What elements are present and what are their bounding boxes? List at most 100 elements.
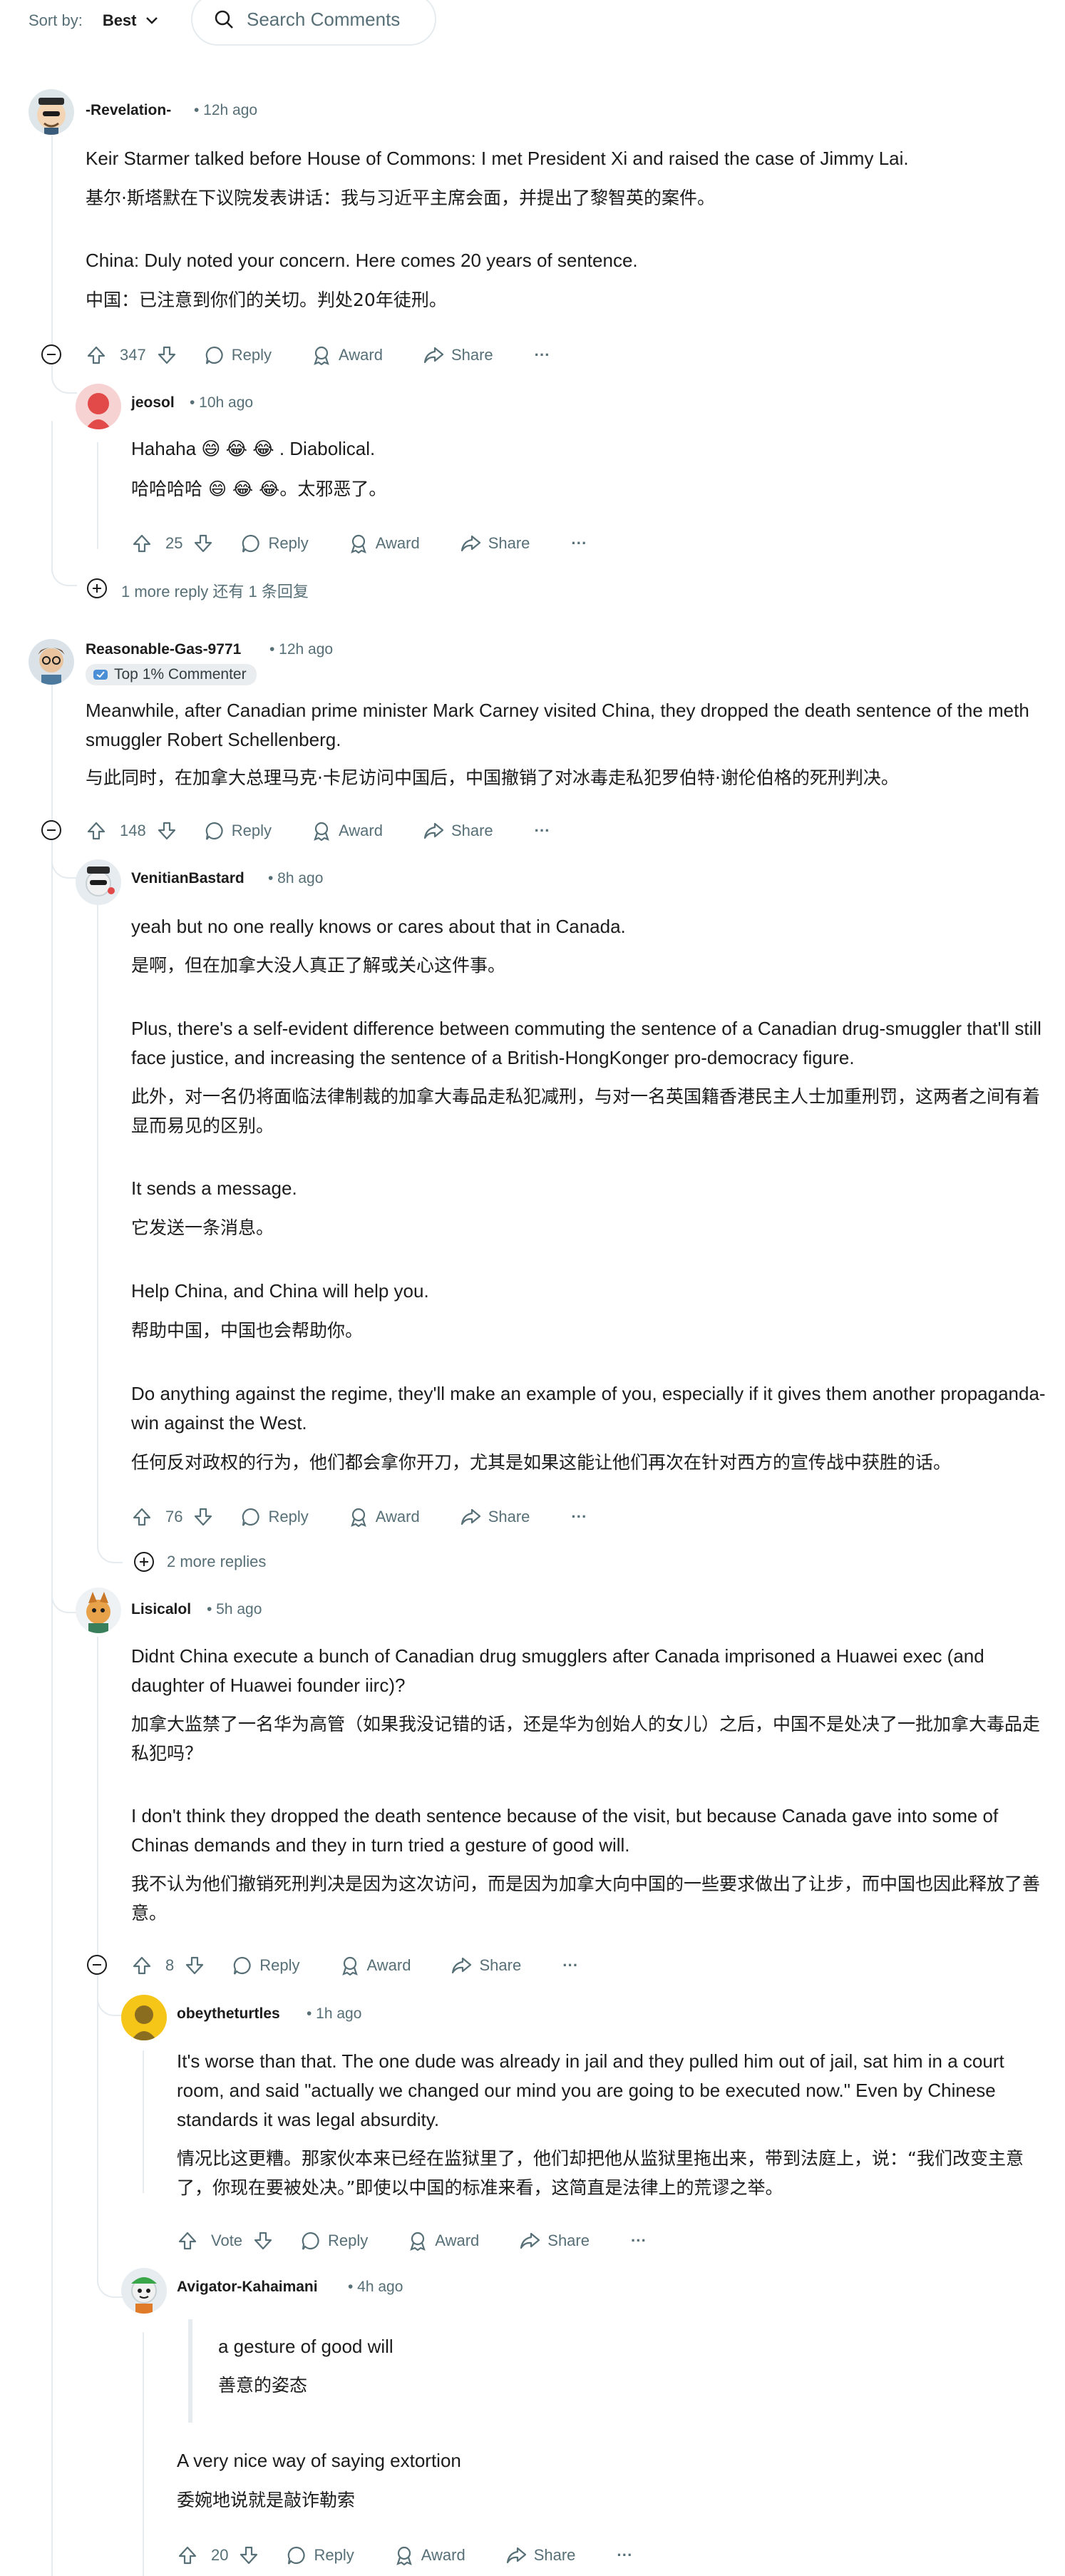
thread-connector <box>51 1540 77 1613</box>
downvote-button[interactable] <box>192 533 214 554</box>
award-button[interactable]: Award <box>340 1956 411 1976</box>
comment-actions: 20 Reply Award Share ··· <box>177 2540 632 2571</box>
award-button[interactable]: Award <box>312 821 383 841</box>
share-label: Share <box>488 534 530 552</box>
upvote-button[interactable] <box>86 344 107 366</box>
comment-author[interactable]: Lisicalol <box>131 1601 191 1618</box>
award-button[interactable]: Award <box>408 2231 479 2251</box>
share-button[interactable]: Share <box>423 345 493 365</box>
thread-line <box>143 2332 144 2576</box>
more-options-button[interactable]: ··· <box>535 822 550 840</box>
thread-line <box>97 899 98 1540</box>
upvote-button[interactable] <box>86 820 107 842</box>
more-options-button[interactable]: ··· <box>535 346 550 364</box>
more-replies-link[interactable]: 1 more reply 还有 1 条回复 <box>121 579 309 602</box>
upvote-button[interactable] <box>131 533 153 554</box>
share-label: Share <box>488 1508 530 1525</box>
more-options-button[interactable]: ··· <box>571 1508 587 1526</box>
badge-label: Top 1% Commenter <box>114 666 247 683</box>
downvote-button[interactable] <box>156 344 178 366</box>
avatar[interactable] <box>121 1995 167 2040</box>
reply-button[interactable]: Reply <box>232 1956 300 1976</box>
reply-button[interactable]: Reply <box>287 2545 354 2565</box>
quote-block <box>188 2319 192 2423</box>
vote-count: Vote <box>211 2232 243 2249</box>
thread-connector <box>51 335 77 394</box>
upvote-button[interactable] <box>177 2230 198 2252</box>
comment-text: 此外，对一名仍将面临法律制裁的加拿大毒品走私犯减刑，与对一名英国籍香港民主人士加… <box>131 1086 1041 1136</box>
reply-icon <box>242 1508 260 1526</box>
comment-text: Didnt China execute a bunch of Canadian … <box>131 1645 984 1696</box>
avatar[interactable] <box>76 859 121 905</box>
more-options-button[interactable]: ··· <box>571 534 587 553</box>
upvote-button[interactable] <box>131 1955 153 1976</box>
expand-replies-button[interactable] <box>134 1552 154 1572</box>
comment-author[interactable]: VenitianBastard <box>131 870 245 887</box>
award-button[interactable]: Award <box>394 2545 465 2565</box>
downvote-icon <box>158 822 175 840</box>
comment-text: Keir Starmer talked before House of Comm… <box>86 148 909 169</box>
more-replies-link[interactable]: 2 more replies <box>167 1553 266 1571</box>
comment-author[interactable]: Avigator-Kahaimani <box>177 2279 318 2296</box>
comment-text: 哈哈哈哈 😄 😂 😂。太邪恶了。 <box>131 479 387 499</box>
downvote-button[interactable] <box>184 1955 205 1976</box>
vote-count: 76 <box>165 1508 183 1525</box>
share-button[interactable]: Share <box>460 1507 530 1527</box>
reply-button[interactable]: Reply <box>205 345 272 365</box>
share-button[interactable]: Share <box>460 533 530 553</box>
comment-actions: 25 Reply Award Share ··· <box>131 528 587 559</box>
expand-replies-button[interactable] <box>87 578 107 598</box>
vote-count: 347 <box>120 346 146 364</box>
avatar[interactable] <box>76 1588 121 1633</box>
comment-text: 基尔·斯塔默在下议院发表讲话：我与习近平主席会面，并提出了黎智英的案件。 <box>86 188 715 208</box>
downvote-button[interactable] <box>238 2545 259 2566</box>
vote-count: 25 <box>165 534 183 552</box>
upvote-button[interactable] <box>177 2545 198 2566</box>
more-options-button[interactable]: ··· <box>617 2546 632 2565</box>
avatar[interactable] <box>29 639 74 685</box>
collapse-thread-button[interactable] <box>41 344 61 364</box>
comment-author[interactable]: jeosol <box>131 394 175 412</box>
comment-text: 我不认为他们撤销死刑判决是因为这次访问，而是因为加拿大向中国的一些要求做出了让步… <box>131 1874 1041 1923</box>
award-button[interactable]: Award <box>349 533 420 553</box>
vote-count: 8 <box>165 1956 175 1974</box>
share-button[interactable]: Share <box>519 2231 590 2251</box>
reply-label: Reply <box>231 346 272 364</box>
comment-actions: 76 Reply Award Share ··· <box>131 1501 587 1533</box>
search-comments-input[interactable]: Search Comments <box>191 0 436 46</box>
sort-dropdown[interactable]: Best <box>103 11 158 30</box>
share-button[interactable]: Share <box>451 1956 521 1976</box>
share-button[interactable]: Share <box>423 821 493 841</box>
avatar[interactable] <box>29 89 74 135</box>
comment-author[interactable]: -Revelation- <box>86 102 171 119</box>
comment-text: yeah but no one really knows or cares ab… <box>131 916 626 937</box>
collapse-thread-button[interactable] <box>87 1955 107 1975</box>
comment-text: It's worse than that. The one dude was a… <box>177 2050 1004 2130</box>
award-button[interactable]: Award <box>349 1507 420 1527</box>
reply-button[interactable]: Reply <box>301 2231 368 2251</box>
quote-text: 善意的姿态 <box>218 2375 308 2396</box>
commenter-badge-icon <box>93 670 108 680</box>
award-button[interactable]: Award <box>312 345 383 365</box>
award-label: Award <box>366 1956 411 1974</box>
collapse-thread-button[interactable] <box>41 820 61 840</box>
share-button[interactable]: Share <box>505 2545 575 2565</box>
avatar[interactable] <box>121 2268 167 2314</box>
more-options-button[interactable]: ··· <box>631 2232 647 2250</box>
upvote-button[interactable] <box>131 1506 153 1528</box>
avatar[interactable] <box>76 384 121 429</box>
comment-author[interactable]: Reasonable-Gas-9771 <box>86 641 241 658</box>
reply-button[interactable]: Reply <box>205 821 272 841</box>
comment-text: Plus, there's a self-evident difference … <box>131 1018 1041 1068</box>
downvote-button[interactable] <box>192 1506 214 1528</box>
more-options-button[interactable]: ··· <box>562 1956 578 1975</box>
thread-line <box>97 442 98 549</box>
downvote-button[interactable] <box>156 820 178 842</box>
upvote-icon <box>133 534 151 553</box>
reply-label: Reply <box>231 822 272 839</box>
reply-button[interactable]: Reply <box>241 1507 309 1527</box>
reply-button[interactable]: Reply <box>241 533 309 553</box>
comment-actions: Vote Reply Award Share ··· <box>177 2225 647 2256</box>
comment-author[interactable]: obeytheturtles <box>177 2005 280 2023</box>
downvote-button[interactable] <box>252 2230 274 2252</box>
